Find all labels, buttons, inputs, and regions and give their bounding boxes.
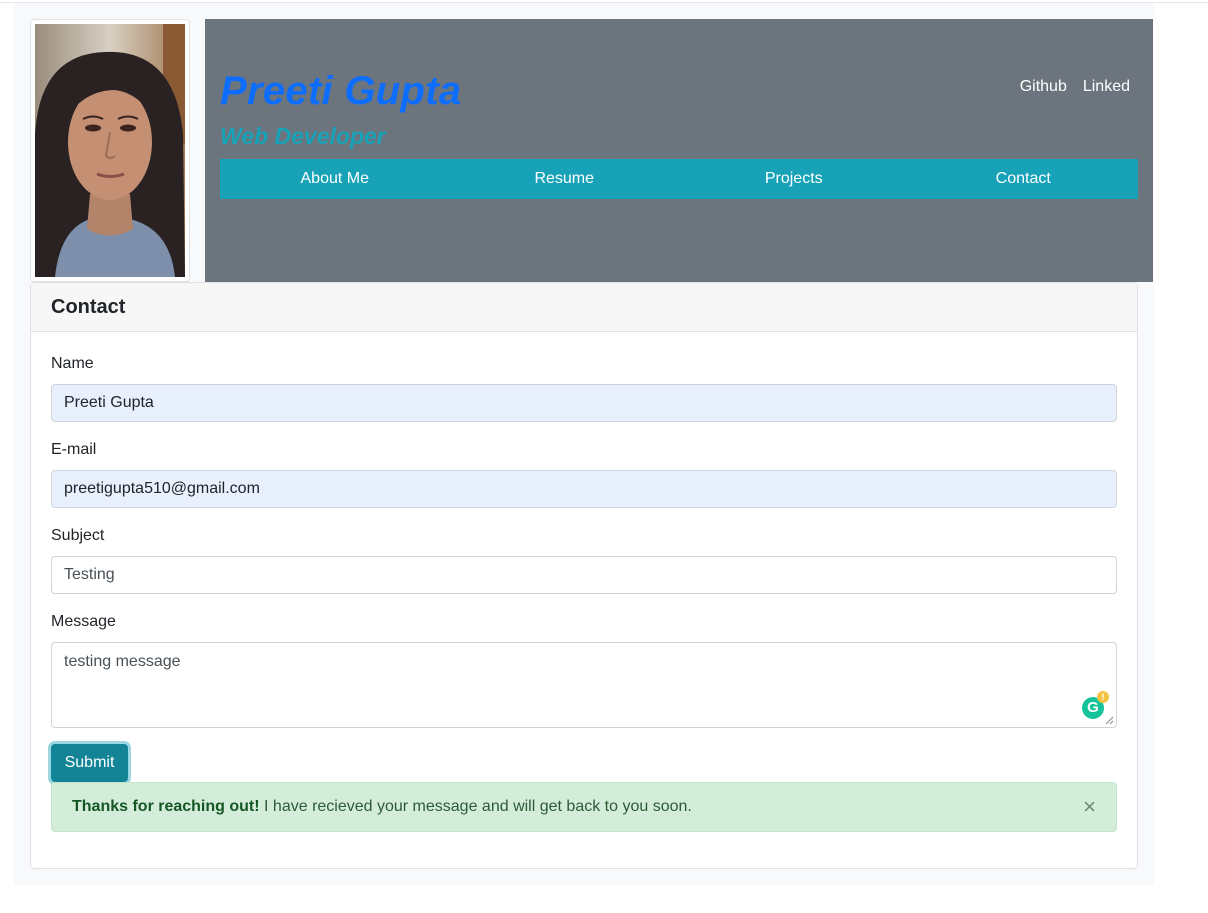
main-nav: About Me Resume Projects Contact [220,159,1138,199]
external-links: Github Linked [1020,78,1130,96]
site-header: Preeti Gupta Web Developer Github Linked… [205,19,1153,282]
subject-input[interactable]: Testing [51,556,1117,594]
alert-title: Thanks for reaching out! [72,798,260,815]
subject-label: Subject [51,527,105,544]
linkedin-link[interactable]: Linked [1083,78,1130,96]
contact-card-title: Contact [31,283,1137,332]
contact-card: Contact Name Preeti Gupta E-mail preetig… [30,282,1138,869]
grammarly-alert-icon: ! [1097,691,1109,703]
resize-grip-icon[interactable] [1105,716,1114,725]
success-alert: Thanks for reaching out! I have recieved… [51,782,1117,832]
email-input[interactable]: preetigupta510@gmail.com [51,470,1117,508]
profile-photo [35,24,185,277]
alert-message: I have recieved your message and will ge… [264,798,692,815]
profile-photo-frame [30,19,190,282]
email-label: E-mail [51,441,97,458]
message-textarea[interactable]: testing message G! [51,642,1117,728]
message-text: testing message [64,653,181,670]
submit-button[interactable]: Submit [51,744,128,782]
site-subtitle: Web Developer [220,123,386,149]
github-link[interactable]: Github [1020,78,1067,96]
name-input[interactable]: Preeti Gupta [51,384,1117,422]
grammarly-icon[interactable]: G! [1082,691,1109,719]
message-label: Message [51,613,116,630]
nav-resume[interactable]: Resume [450,159,680,199]
name-label: Name [51,355,94,372]
nav-contact[interactable]: Contact [909,159,1139,199]
close-icon[interactable]: × [1083,783,1096,831]
site-title: Preeti Gupta [220,69,462,113]
nav-about-me[interactable]: About Me [220,159,450,199]
nav-projects[interactable]: Projects [679,159,909,199]
